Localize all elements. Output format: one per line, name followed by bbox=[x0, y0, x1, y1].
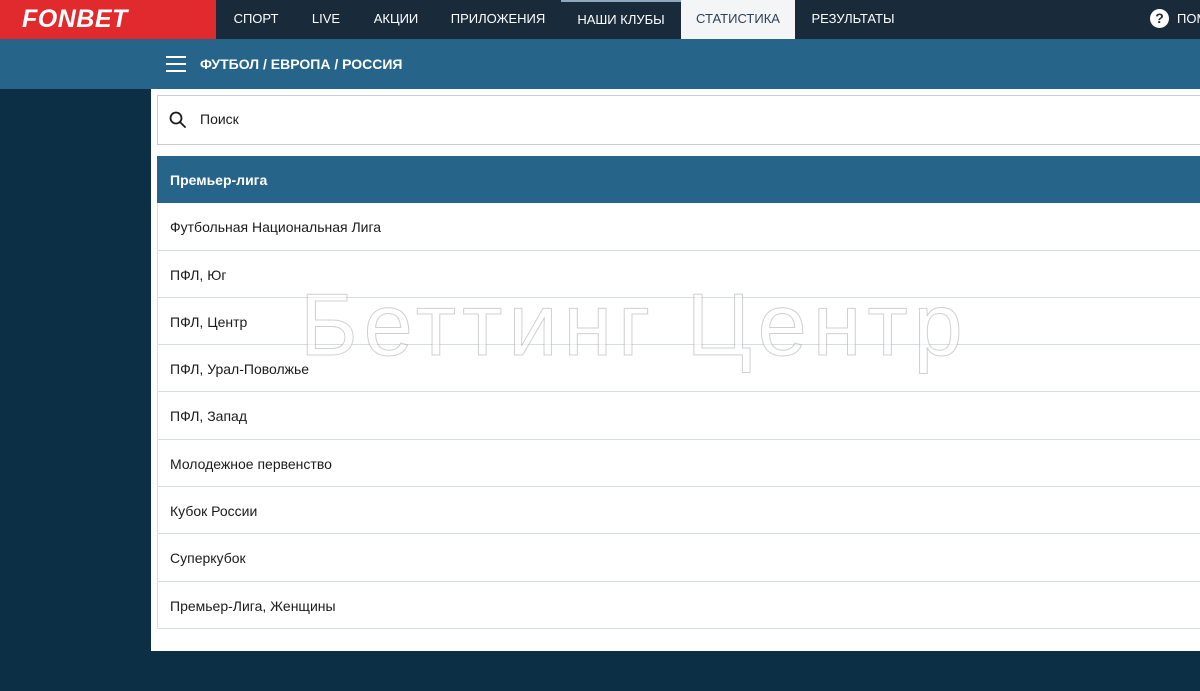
league-list: Премьер-лига Футбольная Национальная Лиг… bbox=[157, 156, 1200, 629]
league-item-russia-cup[interactable]: Кубок России bbox=[157, 487, 1200, 535]
league-label: ПФЛ, Юг bbox=[170, 266, 227, 283]
logo-text: FONBET bbox=[22, 5, 128, 33]
league-item-pfl-center[interactable]: ПФЛ, Центр bbox=[157, 297, 1200, 346]
league-item-pfl-south[interactable]: ПФЛ, Юг bbox=[157, 250, 1200, 298]
help-question-icon: ? bbox=[1150, 9, 1169, 28]
nav-results[interactable]: РЕЗУЛЬТАТЫ bbox=[795, 0, 911, 39]
league-item-youth[interactable]: Молодежное первенство bbox=[157, 439, 1200, 488]
league-label: ПФЛ, Урал-Поволжье bbox=[170, 361, 310, 378]
search-icon bbox=[169, 111, 186, 128]
league-label: Премьер-лига bbox=[170, 172, 268, 188]
league-item-pfl-ural-volga[interactable]: ПФЛ, Урал-Поволжье bbox=[157, 345, 1200, 393]
league-item-pfl-west[interactable]: ПФЛ, Запад bbox=[157, 392, 1200, 440]
league-item-premier-league-women[interactable]: Премьер-Лига, Женщины bbox=[157, 581, 1200, 629]
league-label: ПФЛ, Центр bbox=[170, 313, 248, 330]
nav-live[interactable]: LIVE bbox=[295, 0, 357, 39]
nav-our-clubs[interactable]: НАШИ КЛУБЫ bbox=[561, 0, 681, 39]
search-input[interactable] bbox=[200, 108, 1190, 130]
help-label: ПОМ bbox=[1177, 11, 1200, 26]
nav-promotions[interactable]: АКЦИИ bbox=[357, 0, 435, 39]
league-item-super-cup[interactable]: Суперкубок bbox=[157, 534, 1200, 582]
league-label: Премьер-Лига, Женщины bbox=[170, 597, 336, 614]
league-item-premier-league[interactable]: Премьер-лига bbox=[157, 156, 1200, 204]
league-label: ПФЛ, Запад bbox=[170, 408, 247, 425]
league-label: Молодежное первенство bbox=[170, 455, 332, 472]
top-nav-bar: FONBET СПОРТ LIVE АКЦИИ ПРИЛОЖЕНИЯ НАШИ … bbox=[0, 0, 1200, 39]
league-item-fnl[interactable]: Футбольная Национальная Лига bbox=[157, 203, 1200, 251]
league-label: Футбольная Национальная Лига bbox=[170, 219, 382, 236]
nav-sport[interactable]: СПОРТ bbox=[217, 0, 295, 39]
fonbet-logo[interactable]: FONBET bbox=[0, 0, 216, 39]
hamburger-menu-icon[interactable] bbox=[166, 56, 186, 73]
league-label: Суперкубок bbox=[170, 550, 246, 567]
nav-statistics[interactable]: СТАТИСТИКА bbox=[681, 0, 795, 39]
nav-apps[interactable]: ПРИЛОЖЕНИЯ bbox=[435, 0, 561, 39]
league-label: Кубок России bbox=[170, 503, 258, 520]
breadcrumb[interactable]: ФУТБОЛ / ЕВРОПА / РОССИЯ bbox=[200, 55, 403, 73]
